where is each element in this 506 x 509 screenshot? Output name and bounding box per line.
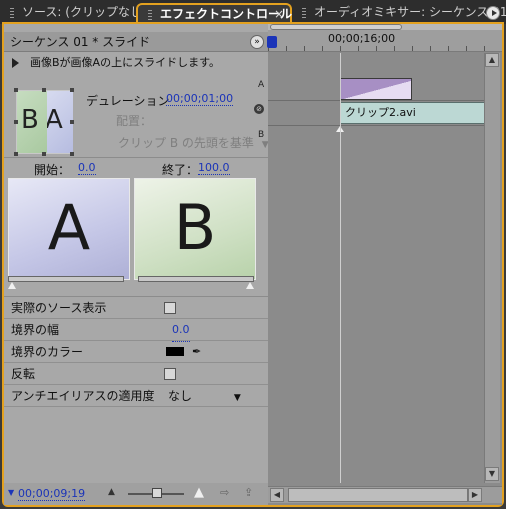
prop-reverse: 反転 [4,363,268,385]
edge-handle-icon[interactable] [14,152,18,156]
transition-thumbnail[interactable]: A B [10,82,78,166]
edge-handle-icon[interactable] [42,152,46,156]
scroll-left-icon[interactable]: ◀ [270,488,284,502]
sequence-header: シーケンス 01 * スライド » [4,32,268,52]
tab-grip-icon [10,8,14,18]
prop-label: 境界のカラー [11,345,84,359]
tab-bar: ソース: (クリップなし) エフェクトコントロール × オーディオミキサー: シ… [0,0,506,24]
effect-settings-pane: シーケンス 01 * スライド » 画像Bが画像Aの上にスライドします。 A B [4,24,269,505]
clip-block[interactable]: クリップ2.avi [340,102,486,124]
tab-grip-icon [302,8,306,18]
duration-value[interactable]: 00;00;01;00 [166,92,234,106]
end-preview: B [134,178,256,280]
tab-audio-mixer[interactable]: オーディオミキサー: シーケンス 01 [292,3,506,22]
alignment-label: 配置： [116,114,153,128]
edge-handle-icon[interactable] [14,120,18,124]
reverse-checkbox[interactable] [164,368,176,380]
anti-aliasing-value: なし [168,389,193,403]
alignment-value: クリップ B の先頭を基準 [118,136,254,150]
border-color-swatch[interactable] [166,347,184,356]
track-a-marker: A [258,80,265,90]
end-preview-letter: B [173,191,217,264]
panel-menu-icon[interactable] [486,6,500,20]
ruler-ticks [268,46,502,51]
tab-effect-controls-label: エフェクトコントロール [160,7,293,21]
show-hide-timeline-icon[interactable]: » [250,35,264,49]
play-preview-icon[interactable] [12,58,19,68]
sequence-title: シーケンス 01 * スライド [10,35,151,49]
scroll-up-icon[interactable]: ▲ [485,53,499,67]
timeline-ruler[interactable]: 00;00;16;00 [267,24,502,52]
prop-anti-aliasing: アンチエイリアスの適用度 なし ▼ [4,385,268,407]
track-divider [268,100,484,101]
prop-show-actual-sources: 実際のソース表示 [4,297,268,319]
timecode-marker-icon: ▼ [8,488,15,497]
start-slider-handle-icon[interactable] [8,282,16,289]
description-text: 画像Bが画像Aの上にスライドします。 [30,56,220,69]
tab-grip-icon [148,10,152,20]
border-width-value[interactable]: 0.0 [172,319,190,342]
playhead-icon[interactable] [267,36,277,48]
start-preview-letter: A [47,191,91,264]
prop-label: 境界の幅 [11,323,60,337]
thumbnail-letter-b: B [21,105,39,135]
thumbnail-letter-a: A [45,105,63,135]
edge-handle-icon[interactable] [70,152,74,156]
end-slider[interactable] [138,276,254,282]
tab-source[interactable]: ソース: (クリップなし) [0,3,147,22]
transition-block[interactable] [340,78,412,100]
alignment-dropdown[interactable]: クリップ B の先頭を基準 ▼ [118,134,269,151]
transition-description: 画像Bが画像Aの上にスライドします。 [4,53,268,73]
tab-effect-controls[interactable]: エフェクトコントロール × [136,3,292,22]
edit-line [340,53,341,483]
eyedropper-icon[interactable]: ✒ [192,341,201,363]
zoom-in-icon[interactable]: ▲ [194,485,204,500]
scroll-right-icon[interactable]: ▶ [468,488,482,502]
show-actual-sources-checkbox[interactable] [164,302,176,314]
thumbnail-a: B [17,91,47,153]
play-audio-icon[interactable]: ⇨ [220,486,229,499]
scroll-thumb[interactable] [288,488,468,502]
tab-audio-mixer-label: オーディオミキサー: シーケンス 01 [314,5,506,19]
vertical-scrollbar[interactable]: ▲ ▼ [484,53,500,483]
divider [4,157,268,158]
current-time[interactable]: 00;00;09;19 [18,487,86,501]
start-value[interactable]: 0.0 [78,161,96,175]
ruler-time: 00;00;16;00 [328,32,396,45]
horizontal-scrollbar[interactable]: ◀ ▶ [268,486,502,503]
edge-handle-icon[interactable] [70,88,74,92]
close-tab-icon[interactable]: × [274,5,284,23]
duration-label: デュレーション [86,94,170,108]
effect-controls-panel: シーケンス 01 * スライド » 画像Bが画像Aの上にスライドします。 A B [2,22,504,507]
end-value[interactable]: 100.0 [198,161,230,175]
export-icon[interactable]: ⇪ [244,486,253,499]
view-area-thumb[interactable] [270,24,402,30]
zoom-out-icon[interactable]: ▲ [108,487,115,497]
clip-name: クリップ2.avi [345,106,416,119]
transition-gradient [341,79,411,99]
edge-handle-icon[interactable] [70,120,74,124]
zoom-slider-handle[interactable] [152,488,162,498]
anti-aliasing-dropdown[interactable]: なし ▼ [168,385,241,409]
tab-source-label: ソース: (クリップなし) [22,5,147,19]
start-slider[interactable] [8,276,124,282]
start-preview: A [8,178,130,280]
prop-border-color: 境界のカラー ✒ [4,341,268,363]
scroll-down-icon[interactable]: ▼ [485,467,499,481]
prop-border-width: 境界の幅 0.0 [4,319,268,342]
edge-handle-icon[interactable] [42,88,46,92]
track-divider [268,125,484,126]
thumbnail-b: A [43,91,73,153]
end-label: 終了： [162,163,199,177]
bottom-toolbar: ▼ 00;00;09;19 ▲ ▲ ⇨ ⇪ [4,483,268,505]
start-label: 開始： [34,163,71,177]
dropdown-arrow-icon: ▼ [233,393,241,403]
prop-label: 実際のソース表示 [11,301,107,315]
end-slider-handle-icon[interactable] [246,282,254,289]
prop-label: 反転 [11,367,36,381]
edge-handle-icon[interactable] [14,88,18,92]
timeline-pane: 00;00;16;00 クリップ2.avi ▲ ▼ ◀ ▶ [267,24,502,505]
reverse-icon[interactable]: ⊘ [254,104,264,114]
prop-label: アンチエイリアスの適用度 [11,389,155,403]
